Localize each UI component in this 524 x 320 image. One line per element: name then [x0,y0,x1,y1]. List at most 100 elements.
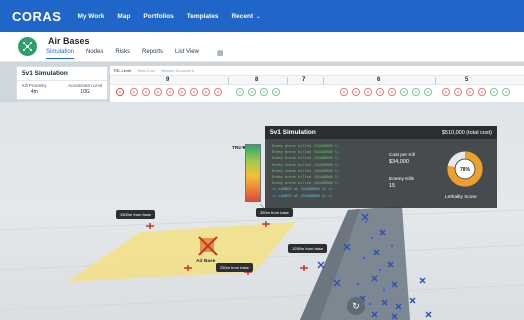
cost-per-kill-value: $34,000 [389,159,409,165]
trl-node-dots: ● ● ● ● ● ● ● ● ● ● ● ● ● ● ● ● ● ● ● ● … [114,88,524,98]
node-dot[interactable]: ● [248,88,256,96]
node-dot[interactable]: ● [236,88,244,96]
nav-portfolios[interactable]: Portfolios [143,13,173,20]
nav-recent-label: Recent [231,12,254,20]
popup-total-cost: $510,000 (total cost) [441,129,492,136]
friendly-drone [317,261,325,269]
node-dot[interactable]: ● [364,88,372,96]
app-hub-icon [18,37,37,56]
node-dot[interactable]: ● [340,88,348,96]
simulation-summary-title: 5v1 Simulation [17,67,107,81]
gauge-value: 78% [460,167,471,173]
node-dot[interactable]: ● [466,88,474,96]
event-log: Enemy drone killed (SQUADRON 1) Enemy dr… [272,143,382,199]
nav-recent[interactable]: Recent ⌄ [231,13,260,20]
popup-header: 5v1 Simulation $510,000 (total cost) [265,126,497,139]
grid-view-icon[interactable]: ▦ [217,49,224,59]
acceleration-limit-label: Acceleration Limit [68,83,102,88]
node-dot[interactable]: ● [272,88,280,96]
node-dot[interactable]: ● [490,88,498,96]
tab-bar: Simulation Nodes Risks Reports List View… [46,49,224,59]
tab-reports[interactable]: Reports [142,49,163,59]
simulation-results-popup: 5v1 Simulation $510,000 (total cost) Ene… [265,126,497,208]
node-dot[interactable]: ● [454,88,462,96]
distance-label: 1250m from base [288,244,328,253]
log-line: => LAUNCH at (SQUADRON 3) <= [272,193,333,198]
tab-simulation[interactable]: Simulation [46,49,75,59]
popup-body: Enemy drone killed (SQUADRON 1) Enemy dr… [265,139,497,208]
kill-proximity: Kill Proximity 4m [22,83,47,95]
node-dot[interactable]: ● [202,88,210,96]
node-dot[interactable]: ● [116,88,124,96]
distance-label: 250m from base [216,263,253,272]
node-dot[interactable]: ● [190,88,198,96]
distance-label: 1500m from base [116,210,156,219]
node-dot[interactable]: ● [142,88,150,96]
kill-proximity-value: 4m [30,89,38,95]
trl-level-9[interactable]: 9 [166,77,169,83]
node-dot[interactable]: ● [178,88,186,96]
enemy-kills-value: 15 [389,183,396,189]
simulation-summary-card: 5v1 Simulation Kill Proximity 4m Acceler… [16,66,108,100]
node-dot[interactable]: ● [130,88,138,96]
trl-indicator-label: TRL 9 [232,146,246,151]
acceleration-limit: Acceleration Limit 10G [68,83,102,95]
nav-templates[interactable]: Templates [187,13,219,20]
trl-gradient-bar [245,144,261,202]
node-dot[interactable]: ● [154,88,162,96]
node-dot[interactable]: ● [412,88,420,96]
cost-per-kill-label: Cost per Kill [389,153,415,158]
nav-map[interactable]: Map [117,13,130,20]
node-dot[interactable]: ● [352,88,360,96]
chevron-down-icon: ⌄ [256,13,261,20]
trl-level-6[interactable]: 6 [377,77,380,83]
node-dot[interactable]: ● [166,88,174,96]
trl-tab-level[interactable]: TRL Level [113,68,131,73]
coras-logo[interactable]: CORAS [12,9,61,24]
tab-list-view[interactable]: List View [175,49,199,59]
node-dot[interactable]: ● [502,88,510,96]
trl-level-7[interactable]: 7 [302,77,305,83]
friendly-drone [409,297,416,304]
node-dot[interactable]: ● [424,88,432,96]
airbase-label: Air Base [196,259,216,264]
tab-nodes[interactable]: Nodes [86,49,103,59]
enemy-kills-label: Enemy Kills [389,177,415,182]
node-dot[interactable]: ● [400,88,408,96]
trl-tab-cost[interactable]: Total Cost [137,68,155,73]
friendly-drone [425,311,432,318]
node-dot[interactable]: ● [376,88,384,96]
trl-divider [228,77,229,85]
cost-per-kill: Cost per Kill $34,000 [389,153,415,165]
trl-divider [287,77,288,85]
trl-strip: TRL Level Total Cost Mission Success # 9… [110,66,524,102]
trl-divider [435,77,436,85]
refresh-icon[interactable]: ↻ [347,297,365,315]
lethality-score-label: Lethality Score [445,195,477,200]
node-dot[interactable]: ● [214,88,222,96]
node-dot[interactable]: ● [388,88,396,96]
trl-tab-success[interactable]: Mission Success # [161,68,194,73]
top-nav-bar: CORAS My Work Map Portfolios Templates R… [0,0,524,32]
page-header: Air Bases Simulation Nodes Risks Reports… [0,32,524,62]
distance-label: 350m from base [256,208,293,217]
trl-level-row: 9 8 7 6 5 [110,75,524,85]
trl-level-8[interactable]: 8 [255,77,258,83]
nav-my-work[interactable]: My Work [77,13,104,20]
acceleration-limit-value: 10G [80,89,90,95]
enemy-kills: Enemy Kills 15 [389,177,414,189]
trl-divider [323,77,324,85]
node-dot[interactable]: ● [442,88,450,96]
friendly-drone [419,277,426,284]
trl-level-5[interactable]: 5 [465,77,468,83]
app-window: CORAS My Work Map Portfolios Templates R… [0,0,524,320]
node-dot[interactable]: ● [260,88,268,96]
defense-zone [66,222,296,282]
trl-strip-tabs: TRL Level Total Cost Mission Success # [113,68,194,73]
lethality-gauge: 78% [447,151,483,187]
page-title: Air Bases [48,36,90,46]
tab-risks[interactable]: Risks [115,49,130,59]
kill-proximity-label: Kill Proximity [22,83,47,88]
enemy-drone [300,265,308,271]
node-dot[interactable]: ● [478,88,486,96]
